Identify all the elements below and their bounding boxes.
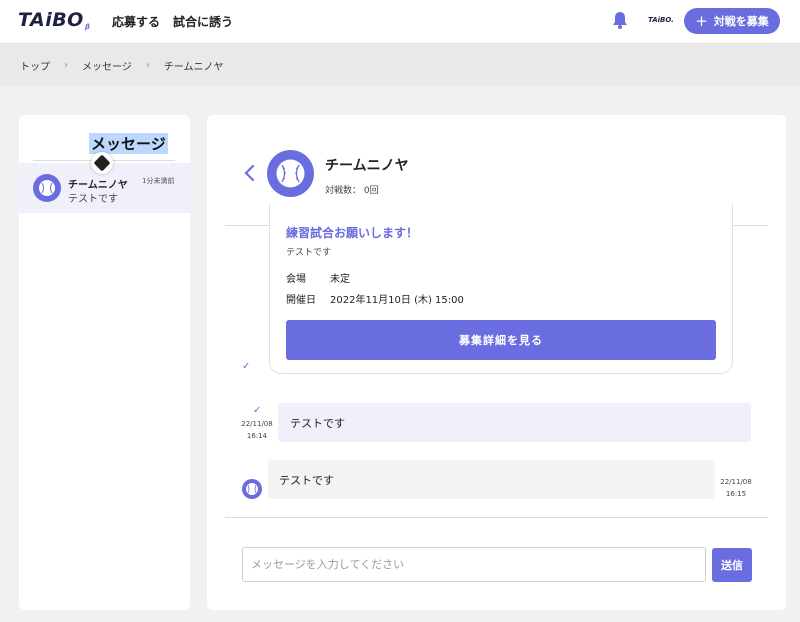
team-name: チームニノヤ xyxy=(325,158,409,174)
card-subtitle: テストです xyxy=(286,248,332,258)
taibo-logo[interactable]: TAiBOβ xyxy=(18,9,90,31)
drag-handle-icon[interactable] xyxy=(91,152,113,174)
breadcrumb-current: チームニノヤ xyxy=(163,61,224,73)
message-timestamp: 22/11/08 16:15 xyxy=(720,478,752,498)
chevron-right-icon: › xyxy=(64,59,68,71)
avatar xyxy=(242,479,262,499)
team-avatar xyxy=(267,150,314,197)
top-header: TAiBOβ 応募する 試合に誘う TAiBO. + 対戦を募集 xyxy=(0,0,800,44)
card-title: 練習試合お願いします！ xyxy=(286,226,419,240)
read-check-icon: ✓ xyxy=(242,361,251,372)
view-details-button[interactable]: 募集詳細を見る xyxy=(286,320,716,360)
message-timestamp: 22/11/08 16:14 xyxy=(241,420,273,440)
venue-row: 会場 未定 xyxy=(286,270,350,285)
plus-icon: + xyxy=(695,11,708,30)
nav-invite[interactable]: 試合に誘う xyxy=(173,13,233,30)
conversation-name: チームニノヤ xyxy=(68,180,128,191)
chevron-right-icon: › xyxy=(145,59,150,71)
breadcrumb: トップ › メッセージ › チームニノヤ xyxy=(0,44,800,86)
conversation-time: 1分未満前 xyxy=(142,177,175,185)
post-match-button[interactable]: + 対戦を募集 xyxy=(684,8,780,34)
date-label: 開催日 xyxy=(286,295,316,306)
venue-label: 会場 xyxy=(286,274,306,285)
divider xyxy=(225,517,768,518)
date-row: 開催日 2022年11月10日 (木) 15:00 xyxy=(286,291,464,306)
profile-logo[interactable]: TAiBO. xyxy=(648,16,674,24)
baseball-icon xyxy=(39,180,55,196)
breadcrumb-messages[interactable]: メッセージ xyxy=(82,58,132,73)
message-bubble-outgoing: テストです xyxy=(278,403,751,442)
date-value: 2022年11月10日 (木) 15:00 xyxy=(330,295,464,306)
venue-value: 未定 xyxy=(330,274,350,285)
bell-icon[interactable] xyxy=(612,11,628,29)
message-input[interactable] xyxy=(242,547,706,582)
read-check-icon: ✓ xyxy=(253,405,262,416)
conversation-list-panel: メッセージ チームニノヤ 1分未満前 テストです xyxy=(19,115,190,610)
send-button[interactable]: 送信 xyxy=(712,548,752,582)
message-bubble-incoming: テストです xyxy=(268,460,715,499)
conversation-snippet: テストです xyxy=(68,194,118,205)
panel-title: メッセージ xyxy=(89,133,168,154)
chat-panel: チームニノヤ 対戦数： 0回 練習試合お願いします！ テストです 会場 未定 開催… xyxy=(207,115,786,610)
recruitment-card: 練習試合お願いします！ テストです 会場 未定 開催日 2022年11月10日 (木… xyxy=(269,203,733,374)
baseball-icon xyxy=(276,159,305,188)
match-count: 対戦数： 0回 xyxy=(325,186,379,196)
breadcrumb-top[interactable]: トップ xyxy=(20,58,50,73)
avatar xyxy=(33,174,61,202)
back-arrow-icon[interactable] xyxy=(242,163,256,183)
post-match-label: 対戦を募集 xyxy=(713,15,769,28)
nav-apply[interactable]: 応募する xyxy=(112,13,160,30)
baseball-icon xyxy=(246,483,258,495)
